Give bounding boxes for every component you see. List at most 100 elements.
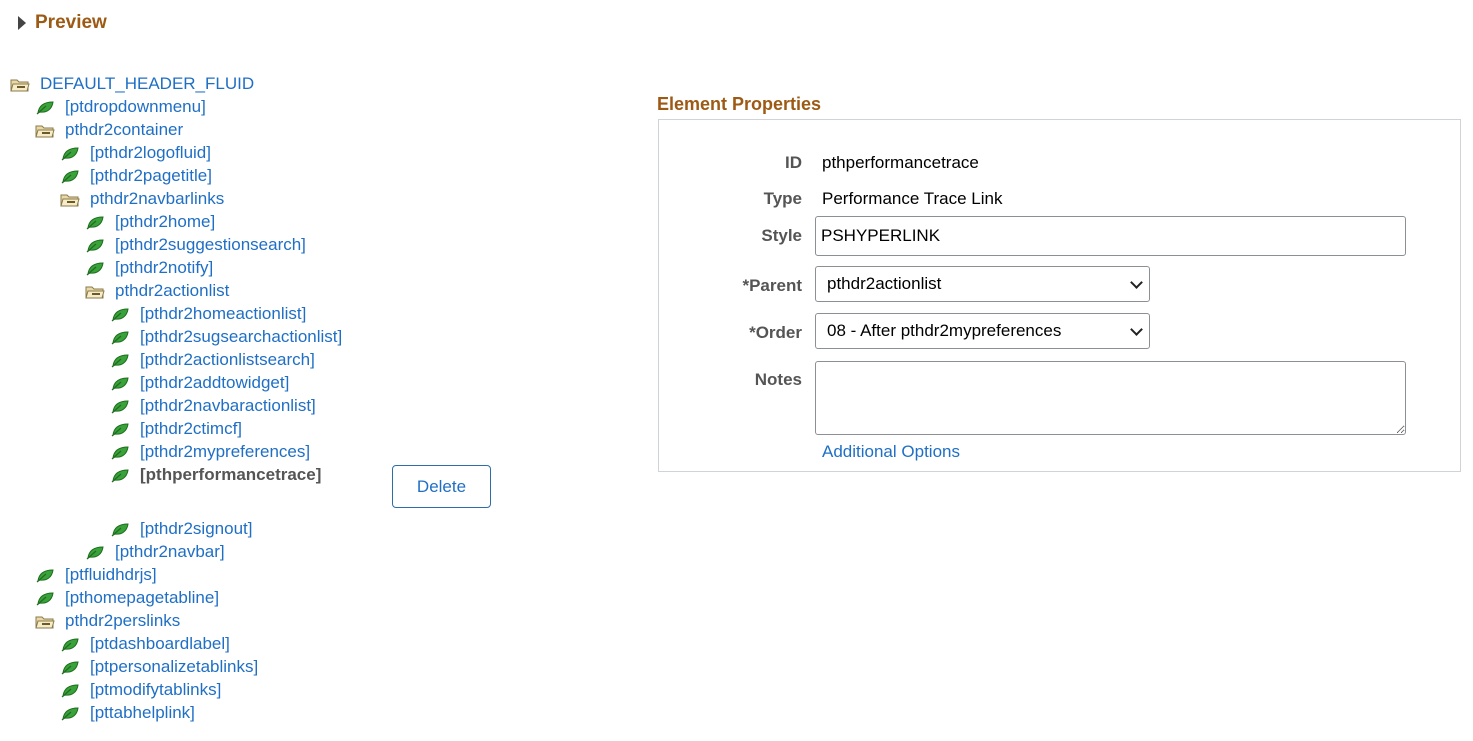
leaf-icon <box>110 468 130 482</box>
leaf-icon <box>35 100 55 114</box>
additional-options-link[interactable]: Additional Options <box>822 442 960 462</box>
tree-leaf: [pthdr2signout] <box>110 517 252 540</box>
leaf-icon <box>85 215 105 229</box>
tree-leaf: [pthdr2home] <box>85 210 215 233</box>
folder-open-icon <box>60 192 80 206</box>
tree-leaf: [pthdr2notify] <box>85 256 213 279</box>
tree-node-link[interactable]: pthdr2perslinks <box>65 611 180 631</box>
tree-node-link[interactable]: [pthdr2mypreferences] <box>140 442 310 462</box>
tree-leaf: [pthdr2mypreferences] <box>110 440 310 463</box>
leaf-icon <box>35 568 55 582</box>
leaf-icon <box>110 330 130 344</box>
folder-open-icon <box>35 123 55 137</box>
type-label: Type <box>763 189 802 208</box>
tree-leaf: [ptmodifytablinks] <box>60 678 221 701</box>
id-label: ID <box>785 153 802 172</box>
leaf-icon <box>110 522 130 536</box>
delete-button[interactable]: Delete <box>392 465 491 508</box>
leaf-icon <box>110 445 130 459</box>
tree-node-link[interactable]: DEFAULT_HEADER_FLUID <box>40 74 254 94</box>
tree-node-link[interactable]: [pthdr2logofluid] <box>90 143 211 163</box>
preview-label: Preview <box>35 12 107 33</box>
type-value: Performance Trace Link <box>822 189 1003 208</box>
leaf-icon <box>85 238 105 252</box>
tree-node-link[interactable]: [pthdr2navbar] <box>115 542 225 562</box>
leaf-icon <box>60 146 80 160</box>
order-select-value: 08 - After pthdr2mypreferences <box>827 321 1062 340</box>
tree-leaf: [pthdr2sugsearchactionlist] <box>110 325 342 348</box>
tree-node-link[interactable]: [pthdr2home] <box>115 212 215 232</box>
leaf-icon <box>110 376 130 390</box>
tree-node-link[interactable]: [ptmodifytablinks] <box>90 680 221 700</box>
tree-node-link[interactable]: [pthdr2suggestionsearch] <box>115 235 306 255</box>
tree-leaf: [ptpersonalizetablinks] <box>60 655 258 678</box>
tree-node-link[interactable]: [pthperformancetrace] <box>140 465 321 485</box>
preview-toggle[interactable]: Preview <box>18 12 107 34</box>
leaf-icon <box>110 307 130 321</box>
tree-leaf: [pthdr2navbaractionlist] <box>110 394 316 417</box>
tree-node-link[interactable]: [pthdr2actionlistsearch] <box>140 350 315 370</box>
tree-node-link[interactable]: [ptdashboardlabel] <box>90 634 230 654</box>
tree-leaf: [pthperformancetrace] <box>110 463 321 486</box>
leaf-icon <box>60 683 80 697</box>
tree-node-link[interactable]: [ptfluidhdrjs] <box>65 565 157 585</box>
folder-open-icon <box>10 77 30 91</box>
folder-open-icon <box>85 284 105 298</box>
chevron-down-icon <box>1130 276 1143 289</box>
leaf-icon <box>60 637 80 651</box>
tree-node-link[interactable]: [ptdropdownmenu] <box>65 97 206 117</box>
leaf-icon <box>110 399 130 413</box>
tree-node-link[interactable]: [pthdr2navbaractionlist] <box>140 396 316 416</box>
leaf-icon <box>110 422 130 436</box>
tree-leaf: [pthdr2pagetitle] <box>60 164 212 187</box>
order-label: *Order <box>749 323 802 342</box>
leaf-icon <box>85 545 105 559</box>
element-properties-title: Element Properties <box>657 94 822 114</box>
tree-node-link[interactable]: [pttabhelplink] <box>90 703 195 723</box>
tree-folder: pthdr2actionlist <box>85 279 229 302</box>
leaf-icon <box>60 706 80 720</box>
notes-textarea[interactable] <box>815 361 1406 435</box>
parent-select-value: pthdr2actionlist <box>827 274 942 293</box>
leaf-icon <box>110 353 130 367</box>
notes-label: Notes <box>754 370 802 389</box>
tree-leaf: [pthdr2addtowidget] <box>110 371 289 394</box>
style-label: Style <box>761 226 802 245</box>
tree-node-link[interactable]: [pthomepagetabline] <box>65 588 219 608</box>
order-select[interactable]: 08 - After pthdr2mypreferences <box>815 313 1150 349</box>
tree-node-link[interactable]: [pthdr2pagetitle] <box>90 166 212 186</box>
tree-leaf: [ptdashboardlabel] <box>60 632 230 655</box>
leaf-icon <box>85 261 105 275</box>
tree-leaf: [pthomepagetabline] <box>35 586 219 609</box>
tree-node-link[interactable]: [pthdr2signout] <box>140 519 252 539</box>
tree-leaf: [pthdr2homeactionlist] <box>110 302 306 325</box>
leaf-icon <box>60 169 80 183</box>
tree-leaf: [ptfluidhdrjs] <box>35 563 157 586</box>
leaf-icon <box>35 591 55 605</box>
tree-folder: pthdr2container <box>35 118 183 141</box>
tree-node-link[interactable]: pthdr2navbarlinks <box>90 189 224 209</box>
tree-node-link[interactable]: [pthdr2ctimcf] <box>140 419 242 439</box>
tree-folder: DEFAULT_HEADER_FLUID <box>10 72 254 95</box>
tree-leaf: [pthdr2navbar] <box>85 540 225 563</box>
leaf-icon <box>60 660 80 674</box>
tree-leaf: [pthdr2logofluid] <box>60 141 211 164</box>
tree-node-link[interactable]: [pthdr2homeactionlist] <box>140 304 306 324</box>
expand-triangle-icon <box>18 16 26 30</box>
tree-node-link[interactable]: [pthdr2notify] <box>115 258 213 278</box>
style-input[interactable] <box>815 216 1406 256</box>
parent-label: *Parent <box>742 276 802 295</box>
tree-folder: pthdr2perslinks <box>35 609 180 632</box>
tree-node-link[interactable]: pthdr2actionlist <box>115 281 229 301</box>
tree-node-link[interactable]: [pthdr2addtowidget] <box>140 373 289 393</box>
tree-folder: pthdr2navbarlinks <box>60 187 224 210</box>
tree-node-link[interactable]: pthdr2container <box>65 120 183 140</box>
tree-leaf: [ptdropdownmenu] <box>35 95 206 118</box>
chevron-down-icon <box>1130 323 1143 336</box>
tree-node-link[interactable]: [ptpersonalizetablinks] <box>90 657 258 677</box>
id-value: pthperformancetrace <box>822 153 979 172</box>
parent-select[interactable]: pthdr2actionlist <box>815 266 1150 302</box>
tree-node-link[interactable]: [pthdr2sugsearchactionlist] <box>140 327 342 347</box>
tree-leaf: [pthdr2ctimcf] <box>110 417 242 440</box>
tree-leaf: [pthdr2suggestionsearch] <box>85 233 306 256</box>
